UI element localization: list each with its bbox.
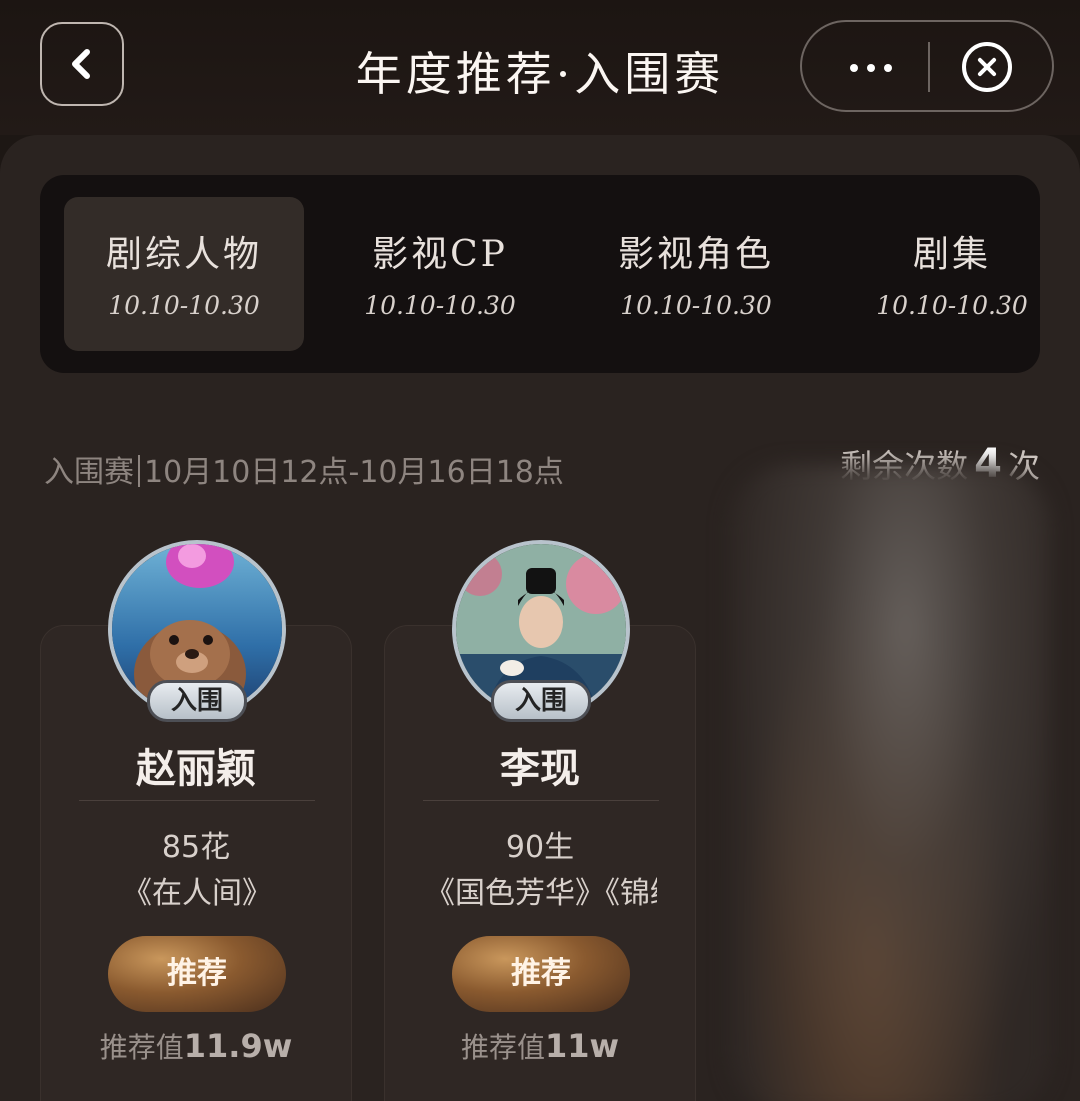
tab-label: 影视CP xyxy=(372,234,508,275)
blurred-nominee-card xyxy=(730,465,1050,1101)
tab-label: 影视角色 xyxy=(617,234,774,275)
main-panel: 剧综人物 10.10-10.30 影视CP 10.10-10.30 影视角色 1… xyxy=(0,135,1080,1101)
recommend-value-label: 推荐值 xyxy=(460,1031,545,1064)
recommend-value-number: 11.9w xyxy=(183,1027,293,1065)
round-time: 10月10日12点-10月16日18点 xyxy=(144,455,564,490)
tab-drama-person[interactable]: 剧综人物 10.10-10.30 xyxy=(64,197,304,351)
recommend-button[interactable]: 推荐 xyxy=(108,936,286,1012)
round-separator xyxy=(138,455,140,487)
nominee-tag: 85花 xyxy=(161,830,231,865)
tab-date: 10.10-10.30 xyxy=(108,291,260,320)
close-circle-icon[interactable] xyxy=(962,42,1012,92)
recommend-value-number: 11w xyxy=(544,1027,620,1065)
nominee-name: 赵丽颖 xyxy=(136,746,256,792)
tab-label: 剧集 xyxy=(912,234,991,275)
tab-label: 剧综人物 xyxy=(105,234,262,275)
round-info: 入围赛 10月10日12点-10月16日18点 xyxy=(44,447,564,491)
mini-program-capsule xyxy=(800,20,1054,112)
chevron-left-icon xyxy=(72,49,90,79)
tab-series[interactable]: 剧集 10.10-10.30 xyxy=(832,197,1072,351)
recommend-button[interactable]: 推荐 xyxy=(452,936,630,1012)
nominee-avatar-wrap: 入围 xyxy=(108,540,286,722)
finalist-badge: 入围 xyxy=(147,680,247,722)
more-dots-icon[interactable] xyxy=(850,64,892,72)
tab-date: 10.10-10.30 xyxy=(364,291,516,320)
recommend-value-label: 推荐值 xyxy=(99,1031,184,1064)
tab-film-role[interactable]: 影视角色 10.10-10.30 xyxy=(576,197,816,351)
nominee-tag: 90生 xyxy=(505,830,575,865)
round-name: 入围赛 xyxy=(44,455,134,490)
top-bar: 年度推荐·入围赛 xyxy=(0,0,1080,135)
tab-date: 10.10-10.30 xyxy=(620,291,772,320)
tab-film-cp[interactable]: 影视CP 10.10-10.30 xyxy=(320,197,560,351)
nominee-works: 《国色芳华》《锦绣 xyxy=(425,876,657,911)
capsule-divider xyxy=(928,42,930,92)
category-tabs: 剧综人物 10.10-10.30 影视CP 10.10-10.30 影视角色 1… xyxy=(40,175,1040,373)
back-button[interactable] xyxy=(40,22,124,106)
tab-date: 10.10-10.30 xyxy=(876,291,1028,320)
recommend-value: 推荐值11.9w xyxy=(41,1026,351,1066)
page-title: 年度推荐·入围赛 xyxy=(355,47,725,101)
card-divider xyxy=(423,800,659,801)
nominee-name: 李现 xyxy=(500,746,580,792)
nominee-avatar-wrap: 入围 xyxy=(452,540,630,722)
nominee-works: 《在人间》 xyxy=(122,876,272,911)
recommend-value: 推荐值11w xyxy=(385,1026,695,1066)
finalist-badge: 入围 xyxy=(491,680,591,722)
card-divider xyxy=(79,800,315,801)
